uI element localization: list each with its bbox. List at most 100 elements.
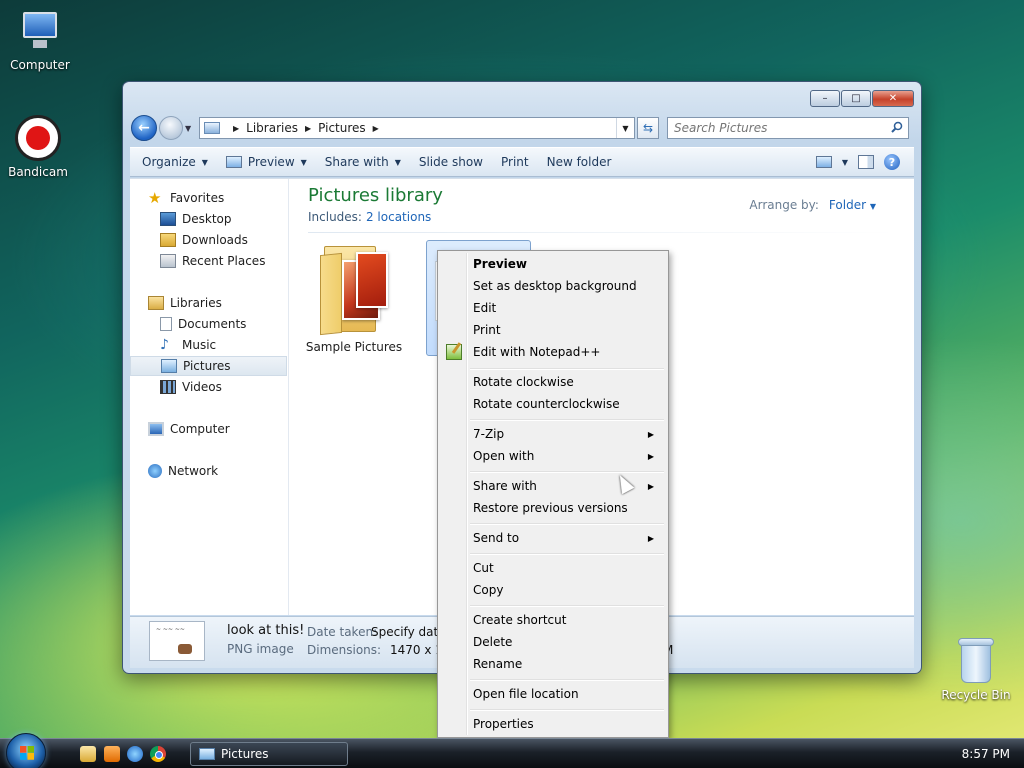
desktop-icon-bandicam[interactable]: Bandicam (0, 115, 78, 179)
downloads-icon (160, 233, 176, 247)
submenu-arrow-icon: ▶ (647, 451, 654, 461)
nav-favorites[interactable]: ★ Favorites (130, 188, 287, 208)
organize-label: Organize (142, 155, 196, 169)
breadcrumb-separator-icon[interactable]: ▶ (373, 124, 379, 133)
nav-desktop[interactable]: Desktop (130, 209, 287, 229)
taskbar-button-pictures[interactable]: Pictures (190, 742, 348, 766)
menu-separator (470, 471, 664, 473)
forward-button[interactable] (159, 116, 183, 140)
star-icon: ★ (148, 189, 162, 207)
computer-icon (17, 10, 63, 54)
nav-libraries[interactable]: Libraries (130, 293, 287, 313)
menu-item-print[interactable]: Print (440, 319, 666, 341)
address-dropdown-icon[interactable]: ▼ (616, 118, 634, 138)
help-icon[interactable]: ? (884, 154, 900, 170)
menu-item-delete[interactable]: Delete (440, 631, 666, 653)
menu-item-send-to[interactable]: Send to ▶ (440, 527, 666, 549)
submenu-arrow-icon: ▶ (647, 481, 654, 491)
menu-item-7zip[interactable]: 7-Zip ▶ (440, 423, 666, 445)
search-input[interactable] (668, 118, 878, 138)
menu-item-open-with[interactable]: Open with ▶ (440, 445, 666, 467)
menu-item-rename[interactable]: Rename (440, 653, 666, 675)
slide-show-button[interactable]: Slide show (419, 155, 483, 169)
search-box[interactable] (667, 117, 909, 139)
nav-videos[interactable]: Videos (130, 377, 287, 397)
arrange-by-dropdown[interactable]: Folder ▼ (829, 198, 876, 212)
nav-computer[interactable]: Computer (130, 419, 287, 439)
bandicam-icon (15, 115, 61, 161)
chrome-quicklaunch-icon[interactable] (150, 746, 166, 762)
taskbar-button-label: Pictures (221, 747, 269, 761)
system-clock[interactable]: 8:57 PM (962, 747, 1010, 761)
nav-label: Music (182, 338, 217, 352)
dog-image (178, 644, 192, 654)
breadcrumb-separator-icon[interactable]: ▶ (233, 124, 239, 133)
new-folder-button[interactable]: New folder (547, 155, 612, 169)
print-label: Print (500, 155, 529, 169)
minimize-button[interactable]: – (810, 90, 840, 107)
nav-network[interactable]: Network (130, 461, 287, 481)
nav-pictures[interactable]: Pictures (130, 356, 287, 376)
computer-icon (148, 422, 164, 436)
details-date-value[interactable]: Specify date (371, 625, 446, 639)
menu-item-set-desktop-background[interactable]: Set as desktop background (440, 275, 666, 297)
maximize-button[interactable]: □ (841, 90, 871, 107)
pictures-folder-icon (199, 748, 215, 760)
preview-pane-icon[interactable] (858, 155, 874, 169)
address-row: ← ▼ ▶ Libraries ▶ Pictures ▶ ▼ ⇆ (131, 115, 913, 141)
includes-locations-link[interactable]: 2 locations (366, 210, 431, 224)
menu-item-edit-with-notepad[interactable]: Edit with Notepad++ (440, 341, 666, 363)
menu-item-create-shortcut[interactable]: Create shortcut (440, 609, 666, 631)
desktop-icon-computer[interactable]: Computer (0, 10, 80, 72)
includes-label: Includes: (308, 210, 362, 224)
breadcrumb-libraries[interactable]: Libraries (246, 121, 298, 135)
nav-downloads[interactable]: Downloads (130, 230, 287, 250)
close-button[interactable]: ✕ (872, 90, 914, 107)
menu-item-rotate-clockwise[interactable]: Rotate clockwise (440, 371, 666, 393)
menu-item-restore-previous-versions[interactable]: Restore previous versions (440, 497, 666, 519)
change-view-icon[interactable] (815, 156, 832, 168)
media-player-quicklaunch-icon[interactable] (104, 746, 120, 762)
menu-separator (470, 368, 664, 370)
command-bar: Organize ▼ Preview ▼ Share with ▼ Slide sho… (130, 147, 914, 177)
chevron-down-icon: ▼ (394, 157, 401, 167)
desktop-icon-recycle-bin[interactable]: Recycle Bin (936, 638, 1016, 702)
menu-item-edit[interactable]: Edit (440, 297, 666, 319)
recent-pages-dropdown[interactable]: ▼ (185, 124, 195, 133)
menu-item-properties[interactable]: Properties (440, 713, 666, 735)
preview-menu[interactable]: Preview ▼ (225, 155, 307, 169)
folder-sample-pictures[interactable]: Sample Pictures (304, 240, 404, 354)
menu-item-copy[interactable]: Copy (440, 579, 666, 601)
view-dropdown-icon[interactable]: ▼ (842, 158, 848, 167)
menu-item-preview[interactable]: Preview (440, 253, 666, 275)
arrange-by-label: Arrange by: (749, 198, 819, 212)
address-bar[interactable]: ▶ Libraries ▶ Pictures ▶ ▼ (199, 117, 635, 139)
explorer-quicklaunch-icon[interactable] (80, 746, 96, 762)
new-folder-label: New folder (546, 155, 612, 169)
chevron-down-icon: ▼ (300, 157, 307, 167)
share-with-menu[interactable]: Share with ▼ (325, 155, 401, 169)
nav-documents[interactable]: Documents (130, 314, 287, 334)
libraries-icon (148, 296, 164, 310)
breadcrumb-pictures[interactable]: Pictures (318, 121, 366, 135)
videos-icon (160, 380, 176, 394)
organize-menu[interactable]: Organize ▼ (142, 155, 208, 169)
search-icon[interactable] (891, 121, 903, 133)
internet-explorer-quicklaunch-icon[interactable] (127, 746, 143, 762)
start-button[interactable] (6, 733, 46, 768)
print-button[interactable]: Print (501, 155, 529, 169)
slide-show-label: Slide show (418, 155, 483, 169)
breadcrumb-separator-icon[interactable]: ▶ (305, 124, 311, 133)
nav-music[interactable]: ♪ Music (130, 335, 287, 355)
nav-recent-places[interactable]: Recent Places (130, 251, 287, 271)
details-dimensions-label: Dimensions: (307, 643, 382, 657)
menu-item-open-file-location[interactable]: Open file location (440, 683, 666, 705)
menu-item-rotate-counterclockwise[interactable]: Rotate counterclockwise (440, 393, 666, 415)
back-button[interactable]: ← (131, 115, 157, 141)
nav-label: Desktop (182, 212, 232, 226)
nav-label: Favorites (170, 191, 225, 205)
refresh-button[interactable]: ⇆ (637, 117, 659, 139)
chevron-down-icon: ▼ (869, 202, 876, 211)
menu-item-cut[interactable]: Cut (440, 557, 666, 579)
music-icon: ♪ (160, 337, 169, 353)
